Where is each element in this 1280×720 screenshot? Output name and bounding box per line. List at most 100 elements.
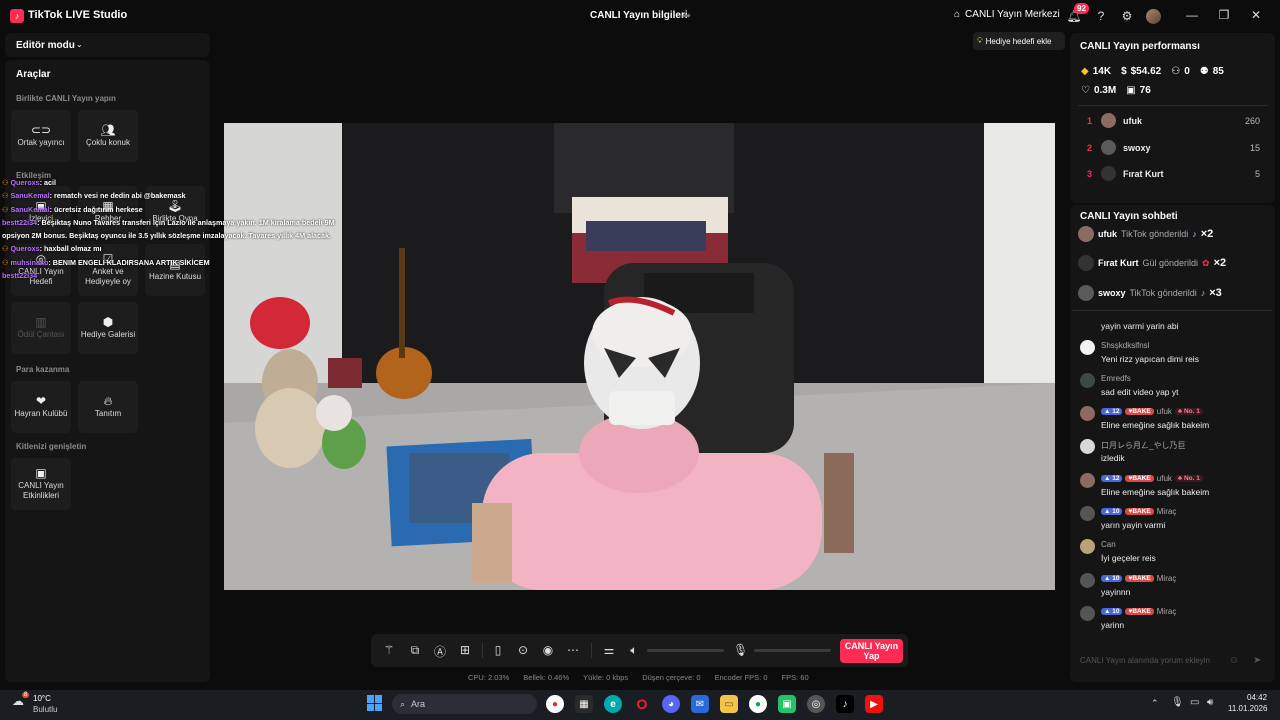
avatar [1078, 285, 1094, 301]
effects-icon[interactable]: ⧉ [408, 643, 422, 658]
tool-promote[interactable]: 🔥︎ Tanıtım [78, 381, 138, 433]
chat-message-partial: yayin varmi yarin abi [1101, 321, 1179, 331]
chat-title: CANLI Yayın sohbeti [1080, 211, 1178, 222]
viewers-icon: ⚉ [1199, 66, 1209, 77]
youtube-icon[interactable]: ▶ [865, 695, 883, 713]
ranking-row[interactable]: 3 Fırat Kurt 5 [1087, 166, 1260, 183]
help-icon[interactable]: ? [1093, 8, 1109, 24]
go-live-label: CANLI Yayın Yap [844, 641, 899, 661]
obs-icon[interactable]: ◎ [807, 695, 825, 713]
diamonds-value: 14K [1092, 66, 1112, 77]
dollar-icon: $ [1121, 66, 1127, 77]
chevron-up-icon[interactable]: ⌃ [1151, 698, 1159, 709]
discord-icon[interactable]: ◕ [662, 695, 680, 713]
tiktok-gift-icon: ♪ [1200, 288, 1206, 298]
share-arrow-icon[interactable]: ➦ [682, 9, 691, 22]
live-center-button[interactable]: ⌂ CANLI Yayın Merkezi [954, 9, 1060, 20]
overlay-message: bestt22i34 [2, 271, 38, 281]
gift-text: TikTok gönderildi [1121, 229, 1189, 239]
chat-user: Emredfs [1101, 374, 1131, 383]
chrome-icon[interactable]: ● [546, 695, 564, 713]
tool-gift-gallery[interactable]: ⬢ Hediye Galerisi [78, 302, 138, 354]
close-icon[interactable]: ✕ [1248, 8, 1264, 22]
mic-volume-slider[interactable] [754, 649, 831, 652]
taskbar-search[interactable]: ⌕ Ara [392, 694, 537, 714]
tiktok-taskbar-icon[interactable]: ♪ [836, 695, 854, 713]
chrome-profile-icon[interactable]: ● [749, 695, 767, 713]
more-icon[interactable]: ⋯ [566, 643, 580, 657]
mail-icon[interactable]: ✉ [691, 695, 709, 713]
record-icon[interactable]: ⊙ [516, 643, 530, 657]
heart-shield-icon: ❤ [35, 393, 47, 408]
edge-icon[interactable]: e [604, 695, 622, 713]
speaker-icon[interactable]: 🔈︎ [627, 643, 641, 658]
tool-cohost[interactable]: ⊂⊃ Ortak yayıncı [11, 110, 71, 162]
clock-time[interactable]: 04:42 [1247, 693, 1267, 702]
likes-value: 0.3M [1093, 85, 1117, 96]
go-live-button[interactable]: CANLI Yayın Yap [840, 639, 903, 663]
fan-badge: ♥BAKE [1125, 408, 1154, 415]
diamond-icon: ◆ [1081, 66, 1089, 77]
follower-icon: ⚇ [1171, 66, 1181, 77]
tool-label: Ödül Çantası [17, 329, 65, 339]
sliders-icon[interactable]: ⚌ [602, 643, 616, 657]
users-icon: 👥︎ [100, 122, 116, 137]
windows-start-icon[interactable] [367, 695, 383, 711]
app-icon[interactable]: ▣ [778, 695, 796, 713]
microphone-icon[interactable]: 🎙︎ [733, 643, 748, 657]
comment-input[interactable]: CANLI Yayın alanında yorum ekleyin [1075, 650, 1247, 672]
flame-icon: 🔥︎ [103, 393, 113, 408]
camera-icon[interactable]: ◉ [541, 643, 555, 657]
phone-layout-icon[interactable]: ▯ [491, 643, 505, 657]
section-together: Birlikte CANLI Yayın yapın [16, 94, 116, 103]
gift-goal-button[interactable]: 💡︎ Hediye hedefi ekle [973, 32, 1065, 50]
avatar [1080, 573, 1095, 588]
gift-goal-label: Hediye hedefi ekle [985, 36, 1052, 46]
weather-badge: 8 [22, 692, 30, 698]
calendar-icon: ▣ [35, 465, 47, 480]
store-icon[interactable]: ▦ [575, 695, 593, 713]
encoder-fps-stat: Encoder FPS: 0 [714, 673, 768, 682]
gift-message: swoxy TikTok gönderildi ♪ ×3 [1078, 285, 1222, 301]
speaker-volume-slider[interactable] [647, 649, 724, 652]
stats-row: ◆ 14K $ $54.62 ⚇ 0 ⚉ 85 [1081, 66, 1224, 77]
folder-icon[interactable]: ▭ [720, 695, 738, 713]
add-source-icon[interactable]: ⊞ [458, 643, 472, 657]
weather-widget[interactable]: ☁ 8 [12, 692, 30, 708]
minimize-icon[interactable]: — [1184, 8, 1200, 22]
followers-value: 0 [1184, 66, 1190, 77]
rank-badge: ♣ No. 1 [1174, 408, 1203, 415]
level-badge: ▲ 10 [1101, 575, 1123, 582]
ai-icon[interactable]: Ⓐ [433, 643, 447, 660]
overlay-message: ⚇ SanuKemal: rematch vesi ne dedin abi @… [2, 191, 186, 201]
tool-fan-club[interactable]: ❤ Hayran Kulübü [11, 381, 71, 433]
chat-text: İyi geçeler reis [1101, 553, 1156, 563]
opera-icon[interactable]: O [633, 695, 651, 713]
network-icon[interactable]: ▭ [1190, 697, 1199, 708]
send-icon[interactable]: ➤ [1253, 655, 1261, 666]
maximize-icon[interactable]: ❐ [1216, 8, 1232, 22]
editor-mode-selector[interactable]: Editör modu ⌄ [5, 33, 210, 57]
stats-bar: CPU: 2.03% Bellek: 0.46% Yükle: 0 kbps D… [468, 673, 809, 682]
mic-tray-icon[interactable]: 🎙︎ [1171, 697, 1184, 708]
clock-date[interactable]: 11.01.2026 [1228, 704, 1267, 713]
avatar [1078, 255, 1094, 271]
section-monetize: Para kazanma [16, 365, 70, 374]
ranking-row[interactable]: 1 ufuk 260 [1087, 113, 1260, 130]
performance-title: CANLI Yayın performansı [1080, 41, 1200, 52]
gift-message: ufuk TikTok gönderildi ♪ ×2 [1078, 226, 1213, 242]
gear-icon[interactable]: ⚙ [1119, 8, 1135, 24]
avatar[interactable] [1146, 9, 1161, 24]
avatar [1080, 406, 1095, 421]
tool-live-events[interactable]: ▣ CANLI Yayın Etkinlikleri [11, 458, 71, 510]
heart-icon: ♡ [1081, 85, 1090, 96]
editor-mode-label: Editör modu [16, 40, 75, 51]
tool-multiguest[interactable]: 👥︎ Çoklu konuk [78, 110, 138, 162]
chat-user: Can [1101, 540, 1116, 549]
tool-label: CANLI Yayın Etkinlikleri [18, 480, 64, 500]
emoji-icon[interactable]: ☺ [1229, 655, 1239, 666]
magic-wand-icon[interactable]: ⚚ [382, 643, 396, 657]
live-info-title[interactable]: CANLI Yayın bilgileri [590, 10, 688, 21]
ranking-row[interactable]: 2 swoxy 15 [1087, 140, 1260, 157]
volume-icon[interactable]: 🔊︎ [1207, 697, 1213, 708]
